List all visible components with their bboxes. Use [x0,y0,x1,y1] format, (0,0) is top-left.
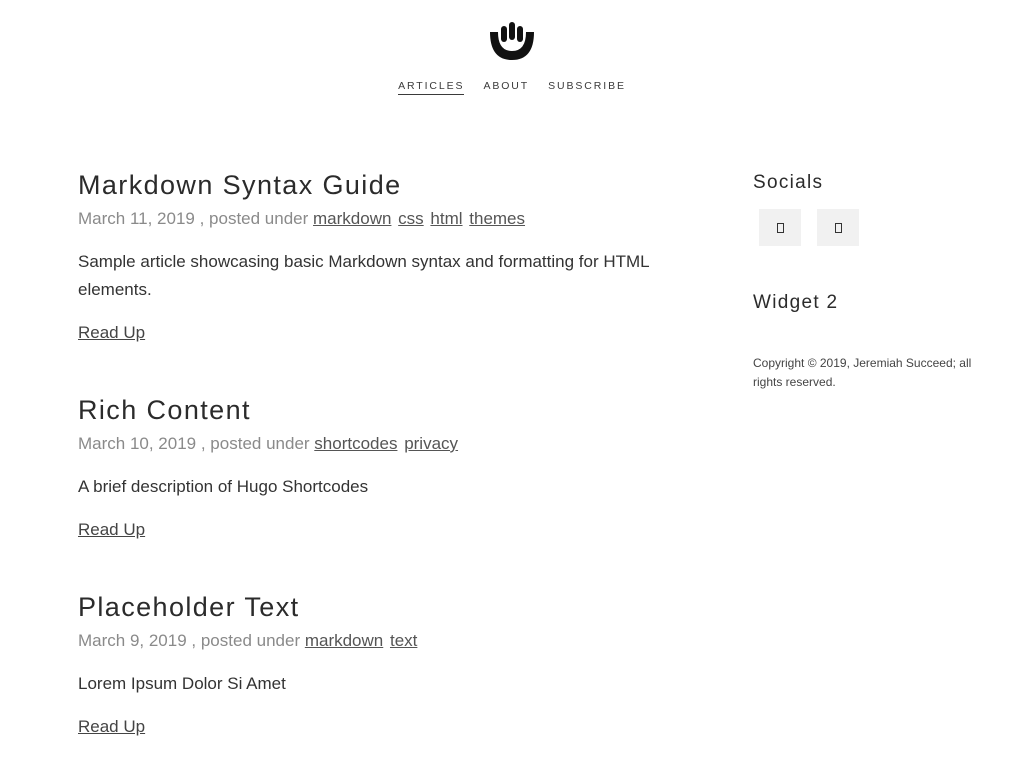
site-header: ARTICLES ABOUT SUBSCRIBE [0,0,1024,120]
tag-link[interactable]: html [430,209,462,228]
main-nav: ARTICLES ABOUT SUBSCRIBE [0,80,1024,95]
article-meta: March 10, 2019 , posted under shortcodes… [78,432,698,456]
nav-articles[interactable]: ARTICLES [398,80,465,95]
tag-link[interactable]: text [390,631,417,650]
article-summary: A brief description of Hugo Shortcodes [78,477,369,496]
article-item: Placeholder Text March 9, 2019 , posted … [78,590,698,739]
article-list: Markdown Syntax Guide March 11, 2019 , p… [78,168,698,739]
read-up-link[interactable]: Read Up [78,518,145,542]
article-title[interactable]: Placeholder Text [78,590,698,624]
socials-list [759,209,993,246]
social-button[interactable] [817,209,859,246]
sidebar: Socials Widget 2 Copyright © 2019, Jerem… [753,170,993,392]
social-button[interactable] [759,209,801,246]
tag-link[interactable]: shortcodes [314,434,397,453]
tag-link[interactable]: css [398,209,424,228]
posted-under-label: , posted under [186,631,305,650]
posted-under-label: , posted under [194,209,314,228]
socials-title: Socials [753,172,824,193]
article-meta: March 9, 2019 , posted under markdown te… [78,629,698,653]
article-summary: Sample article showcasing basic Markdown… [78,252,649,299]
article-summary: Lorem Ipsum Dolor Si Amet [78,674,286,693]
article-item: Markdown Syntax Guide March 11, 2019 , p… [78,168,698,393]
tag-link[interactable]: markdown [313,209,391,228]
widget2-title: Widget 2 [753,292,839,313]
posted-under-label: , posted under [196,434,315,453]
copyright-text: Copyright © 2019, Jeremiah Succeed; all … [753,356,972,389]
article-date: March 9, 2019 [78,631,187,650]
read-up-link[interactable]: Read Up [78,321,145,345]
nav-about[interactable]: ABOUT [483,80,529,95]
site-logo-icon[interactable] [486,20,538,62]
tag-link[interactable]: themes [469,209,525,228]
tag-link[interactable]: markdown [305,631,383,650]
tag-link[interactable]: privacy [404,434,458,453]
article-title[interactable]: Rich Content [78,393,698,427]
article-title[interactable]: Markdown Syntax Guide [78,168,698,202]
social-icon [834,222,842,233]
read-up-link[interactable]: Read Up [78,715,145,739]
article-meta: March 11, 2019 , posted under markdown c… [78,207,698,231]
social-icon [776,222,784,233]
article-date: March 11, 2019 [78,209,195,228]
article-date: March 10, 2019 [78,434,197,453]
nav-subscribe[interactable]: SUBSCRIBE [548,80,626,95]
article-item: Rich Content March 10, 2019 , posted und… [78,393,698,590]
